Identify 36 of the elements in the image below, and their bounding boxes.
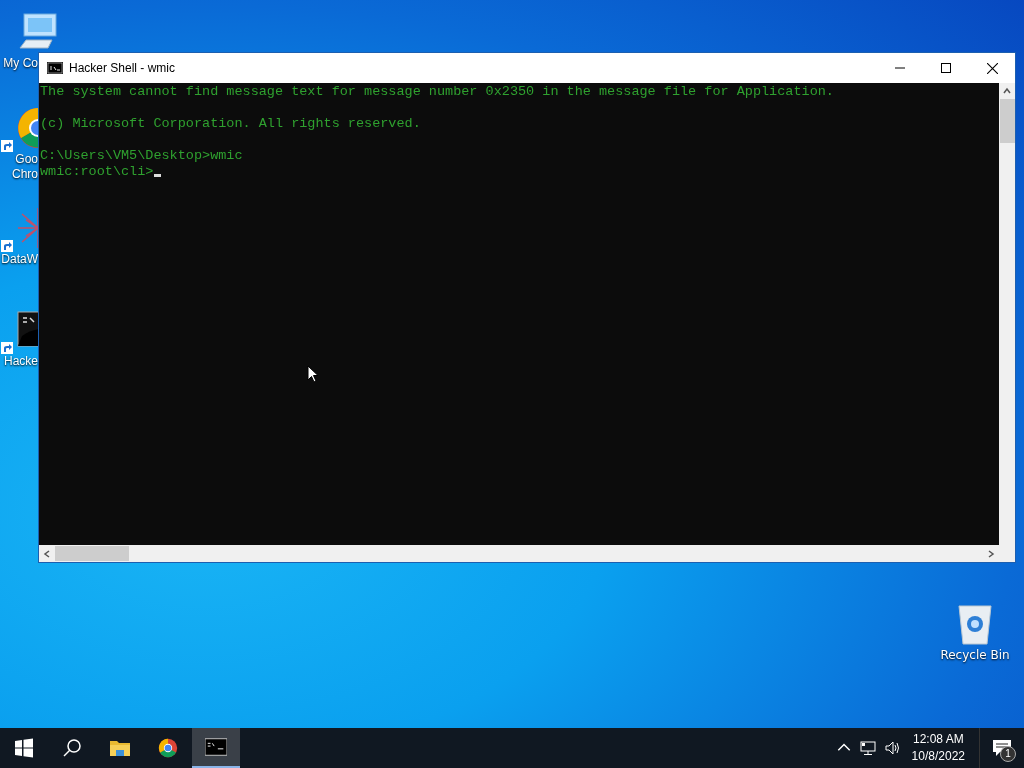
icon-label[interactable]: Hacke <box>4 354 38 369</box>
browser-icon <box>157 738 179 758</box>
network-icon[interactable] <box>859 740 876 756</box>
scroll-thumb[interactable] <box>55 546 129 561</box>
shortcut-arrow-icon <box>1 240 13 252</box>
mouse-pointer-icon <box>307 365 319 383</box>
scroll-right-icon[interactable] <box>986 548 996 559</box>
console-line: C:\Users\VM5\Desktop>wmic <box>40 148 243 164</box>
windows-logo-icon <box>13 738 35 758</box>
text-cursor <box>154 174 162 177</box>
scroll-up-icon[interactable] <box>1002 86 1012 96</box>
clock-date[interactable]: 10/8/2022 <box>911 748 965 765</box>
speaker-icon[interactable] <box>883 740 900 756</box>
notification-count: 1 <box>1000 746 1016 762</box>
console-line: (c) Microsoft Corporation. All rights reserved. <box>40 116 421 132</box>
icon-label[interactable]: My Co <box>3 56 38 71</box>
close-icon <box>986 62 998 74</box>
window-title: Hacker Shell - wmic <box>69 61 176 75</box>
icon-label[interactable]: DataW <box>1 252 38 267</box>
console-icon <box>205 737 227 757</box>
search-icon <box>61 738 83 758</box>
icon-label[interactable]: Recycle Bin <box>940 648 1010 663</box>
vertical-scrollbar[interactable] <box>999 83 1015 545</box>
horizontal-scrollbar[interactable] <box>39 545 1015 562</box>
clock-time[interactable]: 12:08 AM <box>912 731 964 748</box>
scroll-thumb[interactable] <box>999 99 1015 143</box>
console-icon <box>47 62 63 74</box>
icon-label[interactable]: Goo Chro <box>12 152 38 182</box>
scroll-left-icon[interactable] <box>42 548 52 559</box>
folder-icon <box>109 738 131 758</box>
shortcut-arrow-icon <box>1 140 13 152</box>
shortcut-arrow-icon <box>1 342 13 354</box>
maximize-icon <box>941 63 951 73</box>
taskbar-button[interactable] <box>192 728 240 768</box>
console-line: The system cannot find message text for message number 0x2350 in the message file for Application. <box>40 84 834 100</box>
console-line: wmic:root\cli> <box>40 164 154 180</box>
